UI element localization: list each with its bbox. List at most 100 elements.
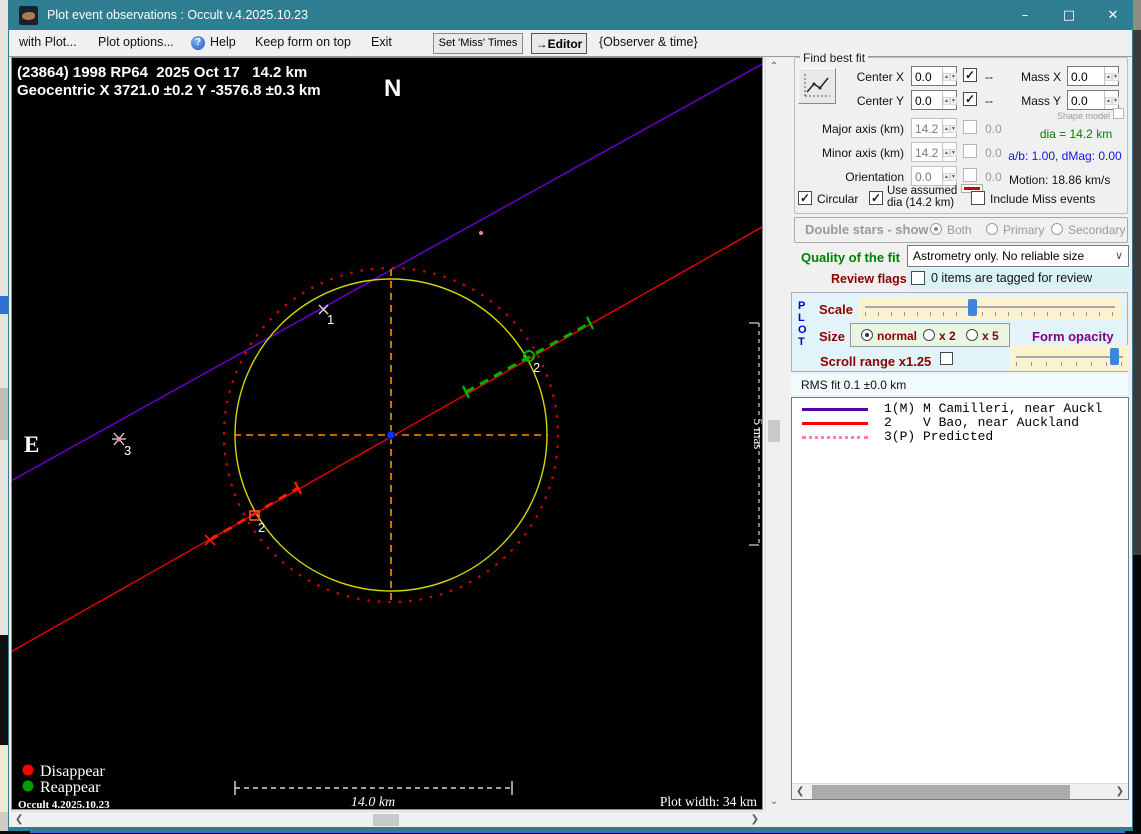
dia-text: dia = 14.2 km (1039, 127, 1113, 141)
menu-exit[interactable]: Exit (371, 35, 392, 49)
circular-checkbox[interactable]: ✓ (798, 191, 812, 205)
double-stars-both-radio (930, 223, 942, 235)
chord-2-label-lower: 2 (258, 520, 265, 535)
center-x-fit-checkbox[interactable]: ✓ (963, 68, 977, 82)
double-stars-secondary-label: Secondary (1068, 223, 1126, 237)
size-normal-radio[interactable] (861, 329, 873, 341)
observer-2-line-swatch (802, 422, 868, 425)
shape-model-label: Shape model (1057, 111, 1111, 121)
menu-with-plot[interactable]: with Plot... (19, 35, 77, 49)
main-window: Plot event observations : Occult v.4.202… (8, 0, 1133, 831)
major-axis-label: Major axis (km) (821, 122, 904, 136)
menu-keep-form-on-top[interactable]: Keep form on top (255, 35, 351, 49)
mas-scale-label: 5 mas (751, 419, 762, 450)
vertical-scroll-thumb[interactable] (768, 420, 780, 442)
major-axis-spinner: 14.2 ▲ ▼ (911, 118, 957, 138)
list-scroll-right-arrow[interactable]: ❯ (1116, 786, 1124, 797)
mass-y-spinner[interactable]: 0.0 ▲ ▼ (1067, 90, 1119, 110)
chord-2-line (12, 226, 762, 653)
editor-button[interactable]: →Editor (531, 33, 587, 54)
observer-1-line-swatch (802, 408, 868, 411)
review-flags-strip: 0 items are tagged for review (907, 268, 1129, 289)
plot-horizontal-scrollbar[interactable]: ❮ ❯ (11, 811, 763, 827)
horizontal-scroll-thumb[interactable] (373, 814, 399, 826)
orientation-spinner: 0.0 ▲ ▼ (911, 166, 957, 186)
mass-y-up[interactable]: ▲ (1105, 97, 1112, 105)
menu-help[interactable]: Help (210, 35, 236, 49)
scroll-left-arrow[interactable]: ❮ (15, 814, 23, 825)
window-title: Plot event observations : Occult v.4.202… (47, 8, 309, 22)
center-y-fit-checkbox[interactable]: ✓ (963, 92, 977, 106)
observer-1-text[interactable]: 1(M) M Camilleri, near Auckl (884, 401, 1102, 416)
background-window-right-sliver (1133, 0, 1141, 834)
include-miss-events-checkbox[interactable] (971, 191, 985, 205)
observer-3-line-swatch (802, 436, 868, 439)
reappear-dot-icon (22, 780, 34, 792)
major-axis-fit-checkbox (963, 120, 977, 134)
plot-canvas[interactable]: 2 2 1 3 (23864) 1998 RP64 2025 Oct 17 14… (11, 57, 763, 810)
chord-1-line (12, 63, 762, 482)
center-x-down[interactable]: ▼ (949, 73, 957, 81)
center-y-flag: -- (985, 94, 993, 108)
form-opacity-slider-thumb[interactable] (1110, 348, 1119, 365)
disappear-dot-icon (22, 764, 34, 776)
double-stars-primary-label: Primary (1003, 223, 1045, 237)
mass-x-up[interactable]: ▲ (1105, 73, 1112, 81)
list-scroll-left-arrow[interactable]: ❮ (796, 786, 804, 797)
center-x-spinner[interactable]: 0.0 ▲ ▼ (911, 66, 957, 86)
plot-letter-l: L (798, 312, 805, 324)
scale-bar-label: 14.0 km (351, 795, 395, 809)
observer-list[interactable]: 1(M) M Camilleri, near Auckl 2 V Bao, ne… (791, 397, 1129, 800)
mass-x-spinner[interactable]: 0.0 ▲ ▼ (1067, 66, 1119, 86)
close-button[interactable]: ✕ (1090, 0, 1136, 30)
review-flags-checkbox[interactable] (911, 271, 925, 285)
size-label: Size (819, 329, 846, 344)
plot-vertical-scrollbar[interactable]: ⌃ ⌄ (765, 57, 781, 811)
titlebar: Plot event observations : Occult v.4.202… (9, 0, 1132, 30)
menu-plot-options[interactable]: Plot options... (98, 35, 174, 49)
minimize-button[interactable]: – (1002, 0, 1048, 30)
chord-2-label-upper: 2 (533, 360, 540, 375)
list-scroll-thumb[interactable] (812, 785, 1070, 799)
scale-slider-thumb[interactable] (968, 299, 977, 316)
mass-y-down[interactable]: ▼ (1111, 97, 1119, 105)
use-assumed-dia-checkbox[interactable]: ✓ (869, 191, 883, 205)
circular-label: Circular (817, 192, 859, 206)
orientation-fit-checkbox (963, 168, 977, 182)
scroll-right-arrow[interactable]: ❯ (751, 814, 759, 825)
help-icon[interactable]: ? (191, 36, 205, 50)
size-x5-radio[interactable] (966, 329, 978, 341)
scale-slider[interactable] (859, 297, 1121, 320)
center-y-up[interactable]: ▲ (943, 97, 950, 105)
rms-fit-text: RMS fit 0.1 ±0.0 km (801, 378, 907, 392)
center-y-down[interactable]: ▼ (949, 97, 957, 105)
east-label: E (24, 432, 39, 457)
center-x-up[interactable]: ▲ (943, 73, 950, 81)
size-x2-radio[interactable] (923, 329, 935, 341)
quality-combobox[interactable]: Astrometry only. No reliable size ∨ (907, 245, 1129, 267)
plot-letter-t: T (798, 336, 805, 348)
scroll-range-checkbox[interactable] (940, 352, 953, 365)
observer-2-text[interactable]: 2 V Bao, near Auckland (884, 415, 1079, 430)
mass-x-label: Mass X (1020, 70, 1061, 84)
observer-list-hscrollbar[interactable]: ❮ ❯ (792, 783, 1128, 799)
mass-x-down[interactable]: ▼ (1111, 73, 1119, 81)
chord-1-label: 1 (327, 312, 334, 327)
set-miss-times-button[interactable]: Set 'Miss' Times (433, 33, 523, 54)
observer-3-text[interactable]: 3(P) Predicted (884, 429, 993, 444)
orientation-flag: 0.0 (985, 170, 1002, 184)
ab-dmag-text: a/b: 1.00, dMag: 0.00 (1008, 149, 1122, 163)
review-flags-label: Review flags (831, 272, 907, 286)
rms-strip: RMS fit 0.1 ±0.0 km (791, 374, 1128, 395)
menubar: with Plot... Plot options... ? Help Keep… (9, 30, 1132, 57)
scroll-down-arrow[interactable]: ⌄ (766, 796, 782, 807)
combo-dropdown-icon[interactable]: ∨ (1115, 249, 1123, 262)
predicted-label: 3 (124, 443, 131, 458)
review-flags-text: 0 items are tagged for review (931, 271, 1093, 285)
center-y-spinner[interactable]: 0.0 ▲ ▼ (911, 90, 957, 110)
form-opacity-slider[interactable] (1010, 345, 1129, 371)
scroll-up-arrow[interactable]: ⌃ (766, 61, 782, 72)
legend-disappear-label: Disappear (40, 763, 106, 780)
maximize-button[interactable]: □ (1046, 0, 1092, 30)
background-window-left-sliver (0, 0, 8, 834)
